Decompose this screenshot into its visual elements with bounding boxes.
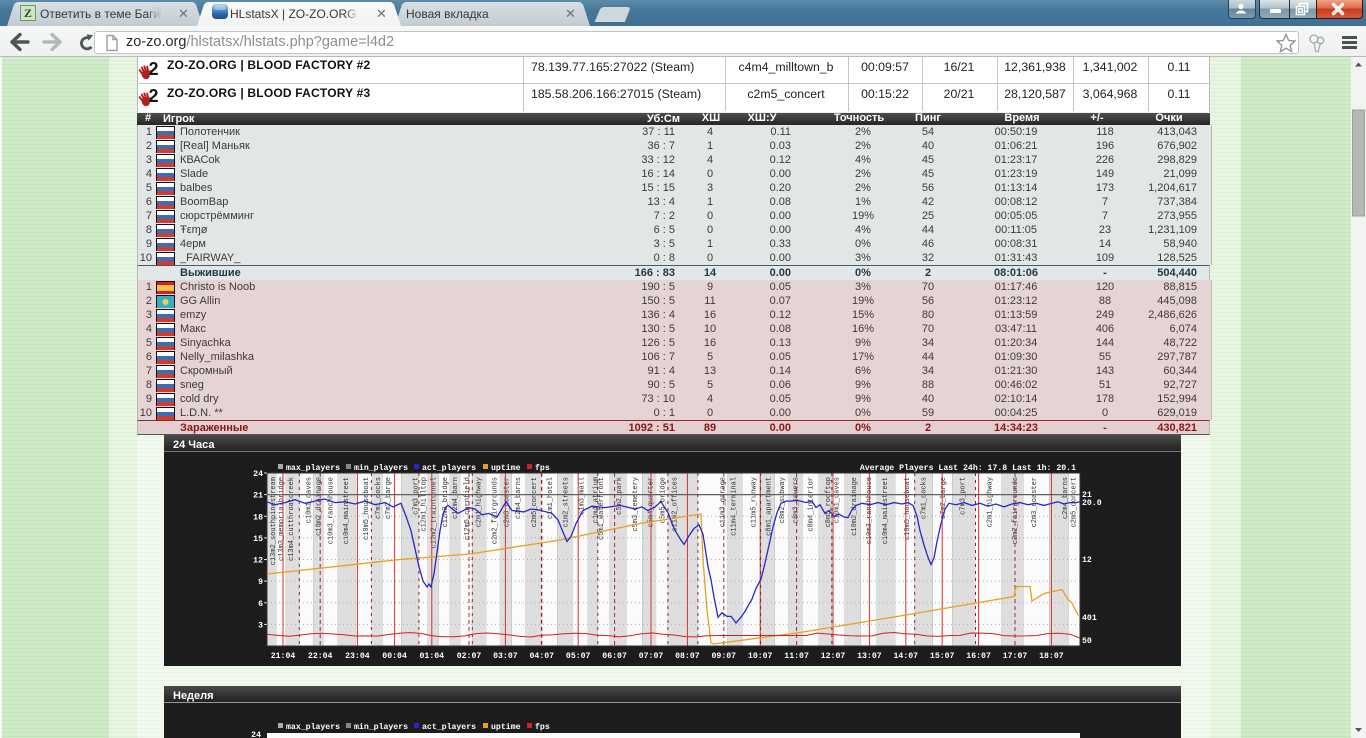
svg-text:c10m5_houseboat: c10m5_houseboat	[904, 477, 912, 540]
svg-text:c10m2_drainage: c10m2_drainage	[316, 477, 324, 536]
svg-text:11:07: 11:07	[784, 652, 809, 661]
svg-text:2: 2	[149, 59, 159, 79]
svg-text:13:07: 13:07	[857, 652, 882, 661]
svg-text:24: 24	[251, 731, 261, 738]
svg-text:12: 12	[1082, 556, 1092, 565]
svg-text:22:04: 22:04	[308, 652, 333, 661]
svg-text:c13m2_southpinestream: c13m2_southpinestream	[270, 477, 278, 565]
svg-text:3: 3	[258, 621, 263, 630]
svg-text:c5m4_quarter: c5m4_quarter	[648, 477, 656, 527]
svg-text:09:07: 09:07	[712, 652, 737, 661]
svg-text:c7m2_barge: c7m2_barge	[385, 477, 393, 519]
svg-text:16:07: 16:07	[966, 652, 991, 661]
svg-text:c2m1_highway: c2m1_highway	[987, 477, 995, 527]
svg-text:c2m4_barns: c2m4_barns	[515, 477, 523, 519]
svg-text:c2m2_fairgrounds: c2m2_fairgrounds	[492, 477, 500, 544]
svg-text:c10m4_mainstreet: c10m4_mainstreet	[343, 477, 351, 544]
svg-text:min_players: min_players	[354, 722, 408, 732]
svg-text:c7m1_docks: c7m1_docks	[921, 477, 929, 519]
svg-text:50: 50	[1082, 637, 1092, 646]
svg-text:fps: fps	[535, 722, 550, 732]
svg-text:00:04: 00:04	[382, 652, 407, 661]
svg-text:c13m3_memorialbridge: c13m3_memorialbridge	[278, 477, 286, 561]
svg-text:c10m1_caves: c10m1_caves	[306, 477, 314, 523]
svg-text:c11m5_runway: c11m5_runway	[751, 477, 759, 527]
svg-text:c2m3_coaster: c2m3_coaster	[503, 477, 511, 527]
svg-text:c10m3_ranchhouse: c10m3_ranchhouse	[328, 477, 336, 544]
svg-text:01:04: 01:04	[420, 652, 445, 661]
svg-text:23:04: 23:04	[345, 652, 370, 661]
svg-text:c2m4_barns: c2m4_barns	[1062, 477, 1070, 519]
svg-text:08:07: 08:07	[675, 652, 700, 661]
svg-text:6: 6	[258, 600, 263, 609]
svg-text:act_players: act_players	[422, 722, 476, 732]
svg-text:c12m3_bridge: c12m3_bridge	[442, 477, 450, 527]
svg-text:20.0: 20.0	[1082, 499, 1102, 508]
svg-text:2: 2	[149, 86, 159, 106]
svg-text:10:07: 10:07	[748, 652, 773, 661]
svg-text:401: 401	[1082, 614, 1097, 623]
svg-text:uptime: uptime	[491, 722, 521, 732]
svg-text:c2m2_fairgrounds: c2m2_fairgrounds	[1012, 477, 1020, 544]
svg-text:min_players: min_players	[354, 463, 408, 473]
svg-text:act_players: act_players	[422, 463, 476, 473]
svg-text:c7m1_docks: c7m1_docks	[375, 477, 383, 519]
svg-text:21: 21	[253, 492, 263, 501]
svg-text:c11m4_terminal: c11m4_terminal	[730, 477, 738, 536]
svg-text:02:07: 02:07	[457, 652, 482, 661]
svg-text:17:07: 17:07	[1003, 652, 1028, 661]
svg-text:c2m1_highway: c2m1_highway	[476, 477, 484, 527]
svg-text:05:07: 05:07	[566, 652, 591, 661]
svg-text:14:07: 14:07	[894, 652, 919, 661]
svg-text:c1m2_streets: c1m2_streets	[563, 477, 571, 527]
svg-text:max_players: max_players	[286, 722, 340, 732]
svg-text:max_players: max_players	[286, 463, 340, 473]
svg-text:03:07: 03:07	[493, 652, 518, 661]
svg-text:06:07: 06:07	[602, 652, 627, 661]
svg-text:04:07: 04:07	[530, 652, 555, 661]
svg-text:Неделя: Неделя	[173, 690, 214, 702]
svg-text:07:07: 07:07	[639, 652, 664, 661]
svg-text:12:07: 12:07	[821, 652, 846, 661]
svg-text:fps: fps	[535, 463, 550, 473]
svg-text:Average Players Last 24h: 17.8: Average Players Last 24h: 17.8 Last 1h: …	[860, 463, 1076, 473]
svg-text:c7m3_port: c7m3_port	[959, 477, 967, 515]
svg-text:21:04: 21:04	[271, 652, 296, 661]
svg-text:18:07: 18:07	[1039, 652, 1064, 661]
svg-text:c10m4_mainstreet: c10m4_mainstreet	[882, 477, 890, 544]
svg-text:c13m4_cutthroatcreek: c13m4_cutthroatcreek	[288, 477, 296, 561]
svg-text:9: 9	[258, 578, 263, 587]
svg-text:12: 12	[253, 557, 263, 566]
svg-text:24 Часа: 24 Часа	[173, 439, 215, 451]
svg-text:18: 18	[253, 513, 263, 522]
svg-text:15:07: 15:07	[930, 652, 955, 661]
svg-text:c2m3_coaster: c2m3_coaster	[1031, 477, 1039, 527]
svg-text:15: 15	[253, 535, 263, 544]
svg-text:c8m1_apartment: c8m1_apartment	[766, 477, 774, 536]
svg-text:c12m1_hilltop: c12m1_hilltop	[420, 477, 428, 532]
svg-text:c2m5_concert: c2m5_concert	[531, 477, 539, 527]
svg-text:uptime: uptime	[491, 463, 521, 473]
svg-text:c10m5_houseboat: c10m5_houseboat	[363, 477, 371, 540]
svg-text:c5m2_park: c5m2_park	[616, 477, 624, 515]
svg-text:24: 24	[253, 470, 263, 479]
